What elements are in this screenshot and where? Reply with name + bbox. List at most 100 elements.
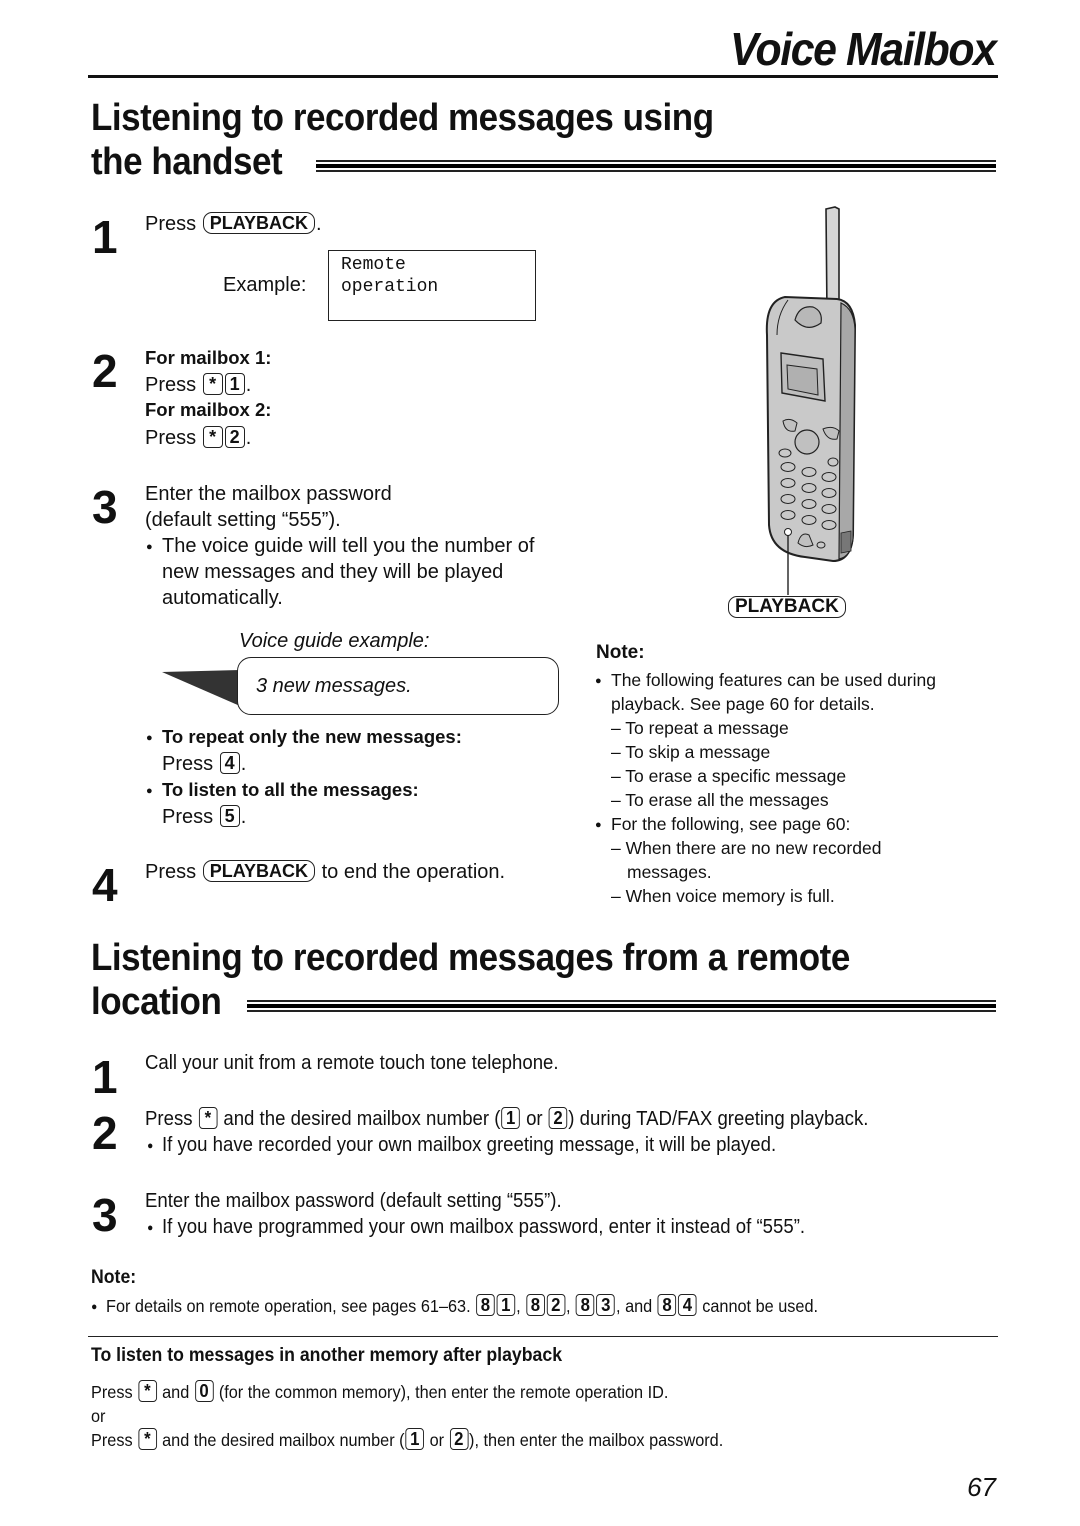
text: and — [625, 1296, 653, 1316]
press-text: Press — [162, 806, 214, 828]
press-text: Press — [145, 427, 197, 449]
page-header-title: Voice Mailbox — [730, 23, 997, 75]
press-text: Press — [162, 753, 214, 775]
step-number: 3 — [92, 1189, 118, 1241]
text: For details on remote operation, see pag… — [106, 1296, 471, 1316]
remote-step1-text: Call your unit from a remote touch tone … — [145, 1052, 559, 1074]
key-1: 1 — [501, 1107, 520, 1129]
punct: . — [316, 213, 322, 235]
section1-title-line1: Listening to recorded messages using — [91, 97, 714, 139]
press-text: Press — [91, 1430, 133, 1450]
star-key: * — [202, 373, 223, 395]
punct: . — [240, 806, 247, 828]
press-text: Press — [91, 1382, 133, 1402]
key-4: 4 — [219, 752, 240, 774]
key-1: 1 — [496, 1294, 516, 1316]
star-key: * — [198, 1107, 218, 1129]
note-sub2-line3: – When voice memory is full. — [611, 886, 835, 906]
key-5: 5 — [219, 805, 240, 827]
section2-title-rule — [247, 1000, 996, 1013]
key-2: 2 — [548, 1107, 568, 1129]
step4-instruction: Press PLAYBACK to end the operation. — [145, 859, 505, 885]
text: (for the common memory), then enter the … — [218, 1382, 669, 1402]
press-text: Press — [145, 1108, 193, 1130]
press-text: Press — [145, 374, 197, 396]
listen-all-label: To listen to all the messages: — [146, 777, 419, 804]
mailbox1-label: For mailbox 1: — [145, 347, 272, 368]
key-2: 2 — [546, 1294, 566, 1316]
common-memory-instruction: Press * and 0 (for the common memory), t… — [91, 1379, 668, 1405]
mailbox2-instruction: Press * 2. — [145, 425, 251, 451]
note-title: Note: — [596, 642, 645, 663]
note-bullet1-line1: The following features can be used durin… — [595, 668, 936, 693]
listen-all-instruction: Press 5. — [162, 804, 246, 830]
press-text: Press — [145, 213, 197, 235]
remote-step3-text: Enter the mailbox password (default sett… — [145, 1190, 562, 1212]
header-rule — [88, 75, 998, 78]
step3-bullet-line3: automatically. — [162, 587, 283, 609]
step3-bullet-line2: new messages and they will be played — [162, 561, 504, 583]
key-3: 3 — [596, 1294, 616, 1316]
key-2: 2 — [449, 1428, 469, 1450]
speech-bubble-pointer-icon — [162, 670, 240, 706]
playback-key-callout: PLAYBACK — [728, 596, 846, 618]
star-key: * — [202, 426, 223, 448]
step-number: 1 — [92, 211, 118, 263]
punct: . — [245, 427, 252, 449]
step-number: 2 — [92, 1107, 118, 1159]
step-number: 1 — [92, 1051, 118, 1103]
note-sub-item: – To repeat a message — [611, 718, 789, 738]
note-bullet1-line2: playback. See page 60 for details. — [611, 694, 875, 714]
note-title: Note: — [91, 1267, 137, 1288]
mailbox2-label: For mailbox 2: — [145, 399, 272, 420]
subsection-title: To listen to messages in another memory … — [91, 1345, 563, 1366]
section2-title-line2: location — [91, 981, 222, 1023]
star-key: * — [138, 1380, 157, 1402]
note-sub2-line1: – When there are no new recorded — [611, 838, 882, 858]
punct: . — [240, 753, 247, 775]
text: and — [162, 1382, 190, 1402]
note-sub-item: – To skip a message — [611, 742, 771, 762]
remote-step2-bullet: If you have recorded your own mailbox gr… — [147, 1132, 776, 1159]
voice-guide-bubble: 3 new messages. — [237, 657, 559, 715]
note-remote-details: For details on remote operation, see pag… — [91, 1293, 819, 1320]
step1-instruction: Press PLAYBACK. — [145, 211, 322, 237]
key-2: 2 — [224, 426, 245, 448]
voice-guide-label: Voice guide example: — [239, 630, 430, 652]
key-1: 1 — [405, 1428, 425, 1450]
star-key: * — [138, 1428, 157, 1450]
example-label: Example: — [223, 274, 307, 296]
repeat-new-label: To repeat only the new messages: — [146, 724, 462, 751]
remote-step3-bullet: If you have programmed your own mailbox … — [147, 1214, 805, 1241]
text: ) during TAD/FAX greeting playback. — [568, 1108, 869, 1130]
lcd-line: Remote — [341, 255, 406, 275]
text: ), then enter the mailbox password. — [469, 1430, 724, 1450]
text: cannot be used. — [702, 1296, 819, 1316]
step-number: 4 — [92, 859, 118, 911]
playback-key: PLAYBACK — [202, 212, 316, 234]
handset-illustration-icon — [765, 206, 857, 595]
lcd-display-example: Remote operation — [328, 250, 536, 321]
section1-title-line2: the handset — [91, 141, 283, 183]
key-8: 8 — [657, 1294, 677, 1316]
note-bullet2: For the following, see page 60: — [595, 812, 850, 837]
or-text: or — [91, 1406, 106, 1426]
repeat-new-instruction: Press 4. — [162, 751, 246, 777]
text: or — [526, 1108, 543, 1130]
key-1: 1 — [224, 373, 245, 395]
note-sub2-line2: messages. — [627, 862, 712, 882]
key-8: 8 — [576, 1294, 595, 1316]
text: and the desired mailbox number ( — [223, 1108, 501, 1130]
remote-step2-text: Press * and the desired mailbox number (… — [145, 1106, 868, 1132]
step3-line1: Enter the mailbox password — [145, 483, 392, 505]
note-sub-item: – To erase all the messages — [611, 790, 829, 810]
key-8: 8 — [476, 1294, 495, 1316]
key-8: 8 — [526, 1294, 545, 1316]
lcd-line: operation — [341, 277, 439, 297]
step4-rest: to end the operation. — [321, 861, 506, 883]
section2-title-line1: Listening to recorded messages from a re… — [91, 937, 850, 979]
page-number: 67 — [967, 1472, 996, 1502]
step3-bullet-line1: The voice guide will tell you the number… — [146, 533, 534, 560]
key-4: 4 — [678, 1294, 697, 1316]
note-sub-item: – To erase a specific message — [611, 766, 847, 786]
